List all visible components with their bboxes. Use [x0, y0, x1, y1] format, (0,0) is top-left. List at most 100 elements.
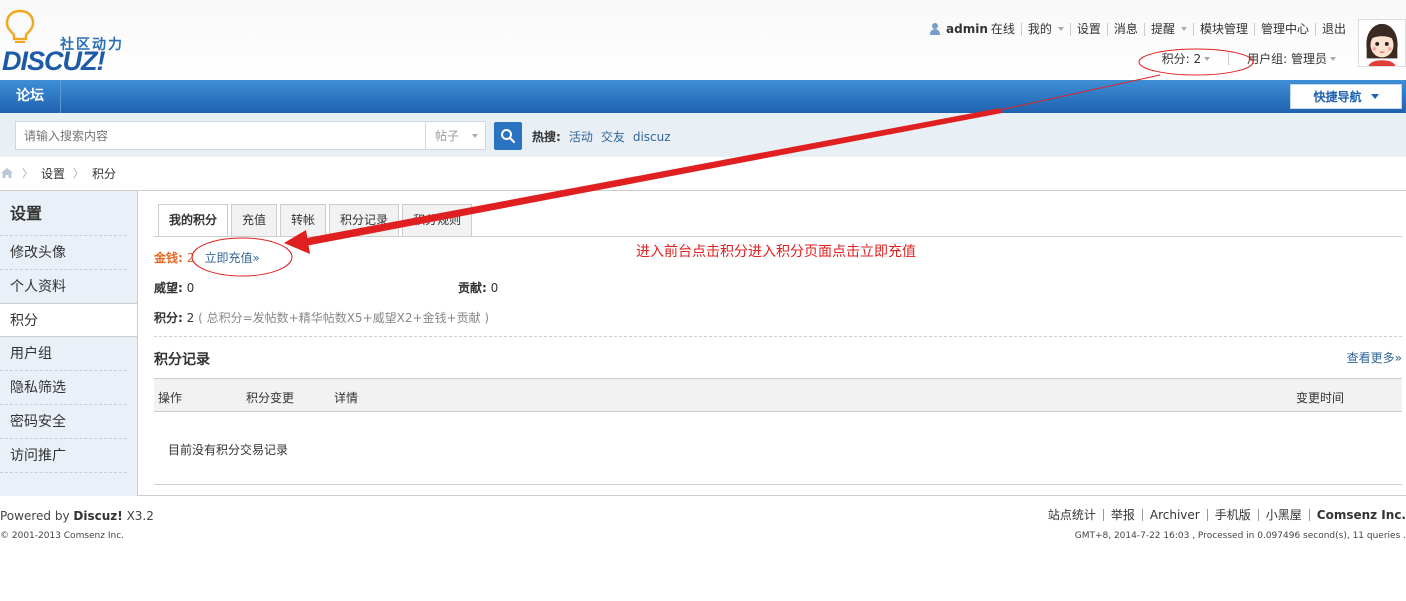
total-credits-row: 积分: 2 ( 总积分=发帖数+精华帖数X5+威望X2+金钱+贡献 ): [154, 309, 489, 326]
admin-center-label: 管理中心: [1260, 21, 1309, 36]
sidebar-title: 设置: [0, 191, 127, 236]
lightbulb-icon: [5, 9, 35, 43]
reminders-menu[interactable]: 提醒: [1143, 21, 1193, 36]
online-status: 在线: [990, 21, 1015, 36]
usergroup-menu[interactable]: 用户组: 管理员: [1239, 50, 1344, 67]
settings-label: 设置: [1076, 21, 1101, 36]
footer-link-archiver[interactable]: Archiver: [1141, 509, 1207, 521]
search-input[interactable]: [15, 121, 426, 150]
messages-link[interactable]: 消息: [1106, 22, 1144, 36]
annotation-note: 进入前台点击积分进入积分页面点击立即充值: [636, 244, 916, 260]
footer-link-comsenz[interactable]: Comsenz Inc.: [1308, 509, 1406, 521]
credits-content: 我的积分 充值 转帐 积分记录 积分规则 金钱: 2 立即充值» 威望: 0 贡…: [154, 191, 1402, 496]
tab-transfer[interactable]: 转帐: [280, 204, 327, 236]
search-icon: [501, 129, 516, 144]
divider: [1228, 52, 1230, 65]
tab-credit-rules[interactable]: 积分规则: [402, 204, 473, 236]
tab-my-credits[interactable]: 我的积分: [158, 204, 229, 237]
mine-label: 我的: [1027, 21, 1052, 36]
breadcrumb-settings[interactable]: 设置: [41, 165, 65, 182]
nav-forum[interactable]: 论坛: [0, 80, 61, 113]
header: 社区动力 DISCUZ! admin 在线 我的 设置 消息 提醒 模块管理 管…: [0, 0, 1406, 80]
search-button[interactable]: [494, 122, 522, 150]
contribution-value: 0: [490, 281, 499, 295]
search-bar: 帖子 热搜: 活动 交友 discuz: [0, 113, 1406, 157]
main-panel: 设置 修改头像 个人资料 积分 用户组 隐私筛选 密码安全 访问推广 我的积分 …: [0, 190, 1406, 496]
powered-by: Powered by Discuz! X3.2: [0, 509, 154, 523]
site-logo[interactable]: 社区动力 DISCUZ!: [0, 6, 140, 76]
quick-nav-button[interactable]: 快捷导航: [1290, 84, 1402, 109]
hot-term[interactable]: 活动: [569, 128, 593, 145]
credit-formula: ( 总积分=发帖数+精华帖数X5+威望X2+金钱+贡献 ): [198, 311, 490, 325]
breadcrumb-current: 积分: [92, 166, 117, 181]
powered-brand-link[interactable]: Discuz!: [73, 509, 122, 523]
sidebar-item-avatar[interactable]: 修改头像: [0, 236, 127, 270]
chevron-down-icon: [1180, 27, 1187, 31]
credits-label: 积分: 2: [1161, 52, 1202, 66]
logo-en-text: DISCUZ!: [2, 46, 105, 76]
recharge-now-link[interactable]: 立即充值»: [204, 249, 259, 266]
col-time: 变更时间: [1296, 391, 1345, 405]
admin-center-link[interactable]: 管理中心: [1253, 21, 1315, 36]
prestige-value: 0: [186, 281, 195, 295]
sidebar-item-profile[interactable]: 个人资料: [0, 270, 127, 304]
tab-recharge[interactable]: 充值: [231, 204, 278, 236]
view-more-link[interactable]: 查看更多»: [1347, 349, 1402, 366]
avatar-girl-icon: [1359, 20, 1405, 66]
hot-search: 热搜: 活动 交友 discuz: [532, 128, 671, 145]
reminders-label: 提醒: [1150, 21, 1175, 36]
logout-label: 退出: [1321, 21, 1346, 36]
user-icon: [929, 23, 941, 35]
contribution-label: 贡献:: [458, 281, 487, 295]
col-change: 积分变更: [246, 391, 295, 405]
sidebar-item-credits[interactable]: 积分: [0, 303, 137, 337]
footer: Powered by Discuz! X3.2 © 2001-2013 Coms…: [0, 505, 1406, 555]
divider: [154, 336, 1402, 337]
sidebar-item-promotion[interactable]: 访问推广: [0, 439, 127, 473]
sidebar-item-password[interactable]: 密码安全: [0, 405, 127, 439]
user-status: admin 在线: [923, 21, 1021, 36]
chevron-down-icon: [1204, 56, 1211, 61]
sidebar-item-privacy[interactable]: 隐私筛选: [0, 371, 127, 405]
sidebar-item-usergroup[interactable]: 用户组: [0, 337, 127, 371]
hot-term[interactable]: discuz: [633, 130, 671, 144]
footer-link-stats[interactable]: 站点统计: [1041, 509, 1103, 521]
col-detail: 详情: [334, 391, 359, 405]
credits-menu[interactable]: 积分: 2: [1154, 50, 1219, 67]
logout-link[interactable]: 退出: [1314, 21, 1352, 36]
footer-link-blackroom[interactable]: 小黑屋: [1257, 509, 1309, 521]
user-subnav: 积分: 2 用户组: 管理员: [1154, 50, 1344, 67]
settings-link[interactable]: 设置: [1069, 21, 1107, 36]
avatar[interactable]: [1358, 19, 1406, 67]
tab-divider: [154, 236, 1402, 237]
hot-search-label: 热搜:: [532, 130, 561, 144]
footer-link-report[interactable]: 举报: [1102, 509, 1142, 521]
chevron-down-icon: [1057, 27, 1064, 31]
tab-credit-log[interactable]: 积分记录: [329, 204, 400, 236]
usergroup-label: 用户组: 管理员: [1247, 52, 1327, 66]
prestige-label: 威望:: [154, 281, 183, 295]
breadcrumb: 〉 设置 〉 积分: [0, 165, 116, 181]
col-operation: 操作: [158, 391, 183, 405]
mine-menu[interactable]: 我的: [1020, 21, 1070, 36]
footer-link-mobile[interactable]: 手机版: [1206, 509, 1258, 521]
copyright: © 2001-2013 Comsenz Inc.: [0, 531, 125, 541]
hot-term[interactable]: 交友: [601, 128, 625, 145]
chevron-down-icon: [472, 133, 479, 138]
chevron-right-icon: 〉: [73, 167, 85, 180]
chevron-right-icon: 〉: [22, 167, 33, 180]
footer-info: GMT+8, 2014-7-22 16:03 , Processed in 0.…: [1074, 531, 1406, 541]
module-mgmt-link[interactable]: 模块管理: [1192, 21, 1254, 36]
module-mgmt-label: 模块管理: [1199, 21, 1248, 36]
credit-log-table-header: 操作 积分变更 详情 变更时间: [154, 378, 1402, 412]
empty-log-message: 目前没有积分交易记录: [168, 443, 289, 457]
money-label: 金钱:: [154, 251, 183, 265]
home-icon[interactable]: [0, 167, 14, 179]
username-link[interactable]: admin: [946, 22, 988, 36]
search-scope-select[interactable]: 帖子: [425, 121, 486, 150]
chevron-down-icon: [1330, 56, 1336, 61]
total-label: 积分:: [154, 311, 183, 325]
money-value: 2: [186, 250, 195, 265]
footer-links: 站点统计 举报 Archiver 手机版 小黑屋 Comsenz Inc.: [1041, 509, 1406, 521]
total-value: 2: [186, 311, 195, 325]
